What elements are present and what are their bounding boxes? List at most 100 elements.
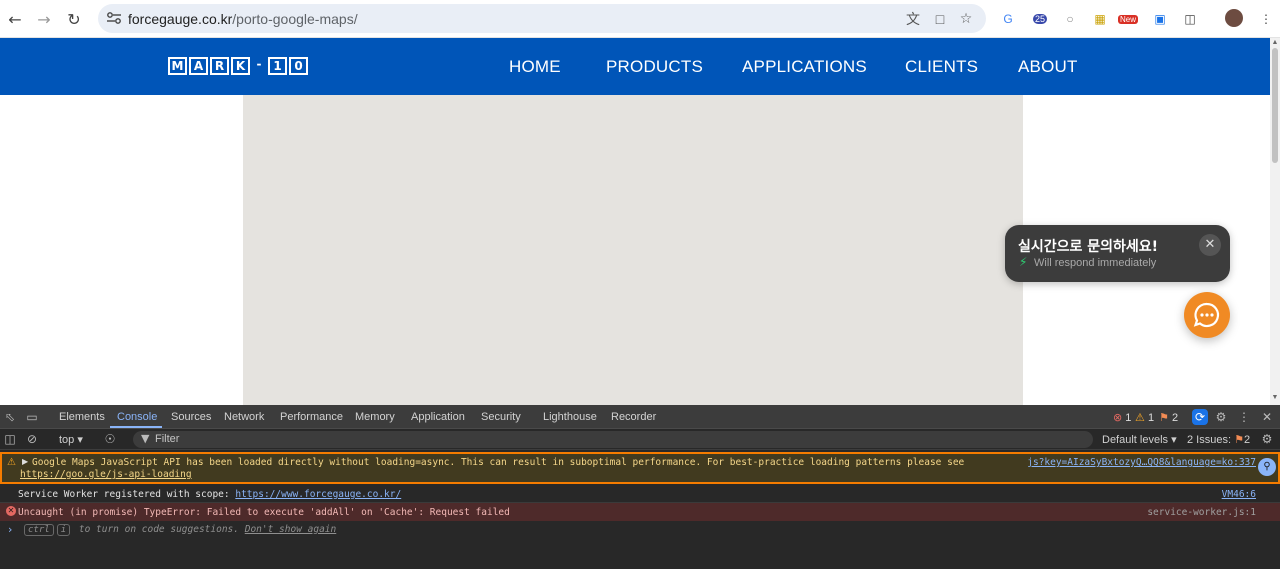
globe-extension-icon[interactable]: ○ — [1060, 9, 1080, 29]
scroll-up-icon[interactable]: ▲ — [1271, 39, 1279, 47]
expand-triangle-icon[interactable]: ▶ — [22, 457, 28, 466]
console-toolbar: ◫ ⊘ top ▾ ☉ ▼ Filter Default levels ▾ 2 … — [0, 429, 1280, 450]
tab-lighthouse[interactable]: Lighthouse — [543, 411, 597, 423]
chat-launcher-button[interactable] — [1184, 292, 1230, 338]
close-devtools-icon[interactable]: ✕ — [1259, 409, 1275, 425]
tab-performance[interactable]: Performance — [280, 411, 343, 423]
logo-letter: A — [189, 57, 208, 75]
devtools-tab-bar: ⬁ ▭ Elements Console Sources Network Per… — [0, 405, 1280, 429]
tab-sources[interactable]: Sources — [171, 411, 211, 423]
forward-icon[interactable]: → — [32, 7, 56, 31]
nav-applications[interactable]: APPLICATIONS — [742, 57, 867, 77]
dont-show-again-link[interactable]: Don't show again — [245, 524, 337, 535]
issue-flag-icon: ⚑ — [1159, 411, 1169, 424]
profile-avatar[interactable] — [1225, 9, 1243, 27]
filter-input[interactable]: ▼ Filter — [133, 431, 1093, 448]
nav-clients[interactable]: CLIENTS — [905, 57, 978, 77]
tab-memory[interactable]: Memory — [355, 411, 395, 423]
chat-popup[interactable]: 실시간으로 문의하세요! ⚡ Will respond immediately … — [1005, 225, 1230, 282]
tab-network[interactable]: Network — [224, 411, 264, 423]
issues-link[interactable]: 2 Issues: ⚑2 — [1187, 433, 1250, 446]
lightning-icon: ⚡ — [1019, 255, 1028, 269]
logo-letter: 1 — [268, 57, 287, 75]
tab-elements[interactable]: Elements — [59, 411, 105, 423]
scroll-thumb[interactable] — [1272, 48, 1278, 163]
console-settings-icon[interactable]: ⚙ — [1259, 431, 1275, 447]
reload-icon[interactable]: ↻ — [62, 7, 86, 31]
log-levels-value: Default levels — [1102, 434, 1169, 446]
nav-home[interactable]: HOME — [509, 57, 561, 77]
google-translate-extension-icon[interactable]: G — [998, 9, 1018, 29]
ai-assistance-icon[interactable]: ⟳ — [1192, 409, 1208, 425]
error-count[interactable]: ⊗ 1 — [1113, 411, 1131, 424]
issues-label-count: 2 — [1243, 434, 1251, 446]
info-text-body: Service Worker registered with scope: — [18, 489, 236, 500]
translate-icon[interactable]: 文 — [903, 9, 923, 29]
console-warning-message[interactable]: ⚠ ▶ Google Maps JavaScript API has been … — [0, 452, 1280, 484]
chat-title: 실시간으로 문의하세요! — [1018, 239, 1159, 255]
error-icon: ✕ — [6, 506, 16, 516]
live-expression-eye-icon[interactable]: ☉ — [102, 431, 118, 447]
page-scrollbar[interactable]: ▲ ▼ — [1270, 38, 1280, 405]
console-error-message: ✕ Uncaught (in promise) TypeError: Faile… — [0, 503, 1280, 521]
bookmark-star-icon[interactable]: ☆ — [956, 9, 976, 29]
hint-text: to turn on code suggestions. — [78, 524, 239, 535]
address-bar[interactable]: forcegauge.co.kr/porto-google-maps/ 文 □ … — [98, 4, 986, 33]
browser-toolbar: ← → ↻ forcegauge.co.kr/porto-google-maps… — [0, 0, 1280, 38]
context-selector[interactable]: top ▾ — [59, 433, 83, 446]
settings-gear-icon[interactable]: ⚙ — [1213, 409, 1229, 425]
site-info-icon[interactable] — [106, 11, 122, 25]
warning-source-link[interactable]: js?key=AIzaSyBxtozyQ…QQ8&language=ko:337 — [1027, 457, 1256, 468]
extensions-puzzle-icon[interactable]: ◫ — [1180, 9, 1200, 29]
inspect-element-icon[interactable]: ⬁ — [2, 409, 18, 425]
site-header: M A R K - 1 0 HOME PRODUCTS APPLICATIONS… — [0, 38, 1270, 95]
browser-menu-icon[interactable]: ⋮ — [1256, 9, 1276, 29]
tab-console[interactable]: Console — [117, 411, 157, 423]
info-scope-link[interactable]: https://www.forcegauge.co.kr/ — [235, 489, 401, 500]
nav-products[interactable]: PRODUCTS — [606, 57, 703, 77]
more-options-icon[interactable]: ⋮ — [1236, 409, 1252, 425]
info-source-link[interactable]: VM46:6 — [1222, 489, 1256, 500]
extension-badge-25: 25 — [1032, 14, 1047, 24]
scroll-down-icon[interactable]: ▼ — [1271, 394, 1279, 402]
issues-count[interactable]: ⚑ 2 — [1159, 411, 1178, 424]
tab-recorder[interactable]: Recorder — [611, 411, 656, 423]
issues-count-value: 2 — [1171, 412, 1179, 424]
warning-count[interactable]: ⚠ 1 — [1135, 411, 1154, 424]
back-icon[interactable]: ← — [3, 7, 27, 31]
active-tab-indicator — [110, 426, 162, 428]
extension-25-icon[interactable]: 25 — [1030, 9, 1050, 29]
screen-capture-extension-icon[interactable]: ▣ — [1150, 9, 1170, 29]
device-toolbar-icon[interactable]: ▭ — [24, 409, 40, 425]
warning-docs-link[interactable]: https://goo.gle/js-api-loading — [20, 469, 192, 480]
context-value: top — [59, 434, 75, 446]
warning-icon: ⚠ — [1135, 411, 1145, 424]
url-text: forcegauge.co.kr/porto-google-maps/ — [128, 11, 358, 27]
i-key: i — [56, 524, 71, 536]
new-extension-icon[interactable]: New — [1118, 9, 1139, 29]
logo-letter: R — [210, 57, 229, 75]
sidebar-toggle-icon[interactable]: ◫ — [2, 431, 18, 447]
google-map-area[interactable] — [243, 95, 1023, 405]
error-count-value: 1 — [1125, 412, 1132, 424]
log-levels-dropdown[interactable]: Default levels ▾ — [1102, 433, 1177, 446]
install-app-icon[interactable]: □ — [930, 9, 950, 29]
chat-bubble-icon — [1193, 302, 1220, 328]
nav-about[interactable]: ABOUT — [1018, 57, 1078, 77]
issue-flag-icon: ⚑ — [1234, 433, 1244, 446]
tab-security[interactable]: Security — [481, 411, 521, 423]
error-text: Uncaught (in promise) TypeError: Failed … — [18, 507, 510, 518]
devtools-panel: ⬁ ▭ Elements Console Sources Network Per… — [0, 405, 1280, 569]
tab-application[interactable]: Application — [411, 411, 465, 423]
close-icon[interactable]: ✕ — [1199, 234, 1221, 256]
console-prompt-chevron-icon: › — [8, 523, 13, 536]
error-source-link[interactable]: service-worker.js:1 — [1147, 507, 1256, 518]
terminal-extension-icon[interactable]: ▦ — [1090, 9, 1110, 29]
clear-console-icon[interactable]: ⊘ — [24, 431, 40, 447]
understand-message-icon[interactable]: ⚲ — [1258, 458, 1276, 476]
logo-letter: 0 — [289, 57, 308, 75]
mark10-logo[interactable]: M A R K - 1 0 — [168, 57, 308, 75]
warning-count-value: 1 — [1147, 412, 1155, 424]
logo-letter: M — [168, 57, 187, 75]
filter-placeholder: Filter — [155, 433, 180, 445]
